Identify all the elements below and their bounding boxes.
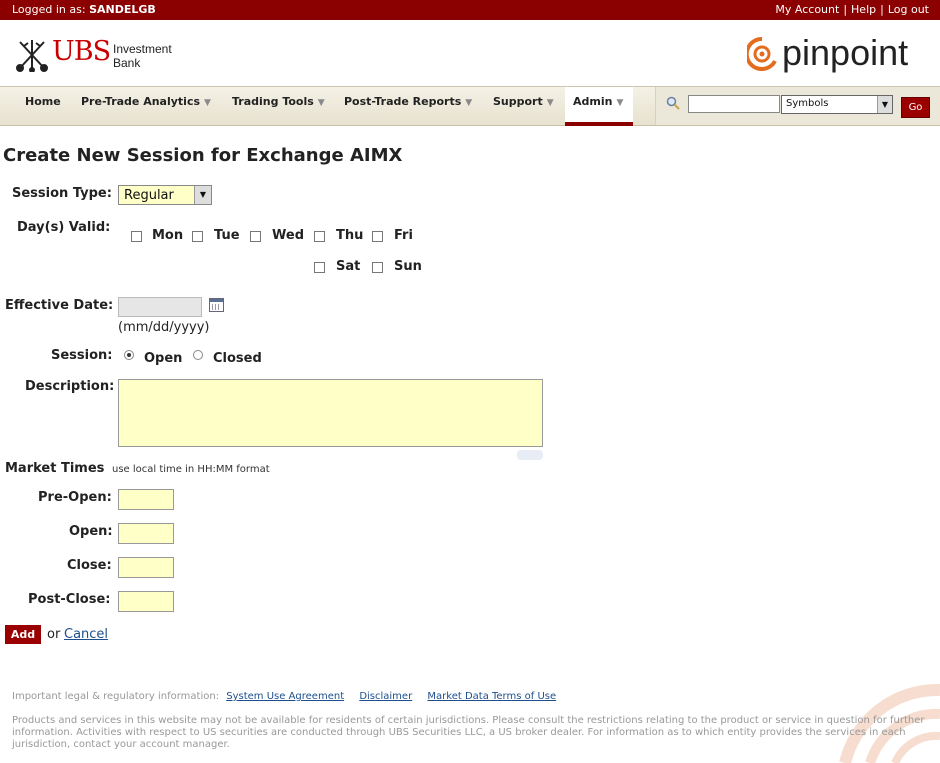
description-label: Description: [25, 379, 115, 394]
day-checkbox-fri[interactable] [372, 231, 383, 242]
pinpoint-target-icon [747, 37, 777, 71]
or-text: or [47, 627, 61, 642]
header: UBS Investment Bank pinpoint [0, 20, 940, 86]
main-nav: Home Pre-Trade Analytics ▼ Trading Tools ▼… [0, 86, 940, 126]
day-label-mon: Mon [152, 228, 184, 243]
chevron-down-icon[interactable]: ▼ [204, 98, 211, 108]
tab-trading-tools[interactable]: Trading Tools ▼ [232, 95, 325, 108]
tab-label: Trading Tools [232, 95, 314, 108]
day-checkbox-tue[interactable] [192, 231, 203, 242]
day-label-fri: Fri [394, 228, 413, 243]
footer-fine-print: Products and services in this website ma… [12, 715, 925, 750]
my-account-link[interactable]: My Account [775, 3, 839, 16]
day-checkbox-wed[interactable] [250, 231, 261, 242]
tab-label: Admin [573, 95, 613, 108]
chevron-down-icon[interactable]: ▼ [318, 98, 325, 108]
tab-post-trade-reports[interactable]: Post-Trade Reports ▼ [344, 95, 472, 108]
post-close-label: Post-Close: [28, 592, 111, 607]
tab-admin[interactable]: Admin ▼ [573, 95, 623, 108]
day-label-thu: Thu [336, 228, 364, 243]
market-times-title: Market Times [5, 461, 105, 476]
symbols-select-value: Symbols [786, 98, 829, 109]
session-closed-radio[interactable] [193, 350, 203, 360]
session-open-radio[interactable] [124, 350, 134, 360]
cancel-link[interactable]: Cancel [64, 627, 108, 642]
tab-label: Home [25, 95, 61, 108]
pre-open-input[interactable] [118, 489, 174, 510]
pinpoint-wordmark: pinpoint [782, 32, 909, 73]
symbols-select[interactable]: Symbols ▼ [781, 95, 893, 114]
ubs-division: Investment Bank [113, 42, 172, 70]
session-type-value: Regular [124, 188, 174, 203]
page-title: Create New Session for Exchange AIMX [3, 145, 403, 166]
market-times-hint: use local time in HH:MM format [112, 464, 270, 475]
session-closed-label: Closed [213, 351, 262, 366]
description-textarea[interactable] [118, 379, 543, 447]
go-button[interactable]: Go [901, 97, 930, 118]
close-time-label: Close: [67, 558, 112, 573]
close-time-input[interactable] [118, 557, 174, 578]
tab-label: Pre-Trade Analytics [81, 95, 201, 108]
disclaimer-link[interactable]: Disclaimer [359, 691, 412, 702]
help-link[interactable]: Help [851, 3, 876, 16]
open-time-label: Open: [69, 524, 113, 539]
chevron-down-icon[interactable]: ▼ [465, 98, 472, 108]
resize-grip-icon[interactable] [517, 450, 543, 460]
ubs-wordmark: UBS [52, 36, 111, 67]
day-label-sun: Sun [394, 259, 422, 274]
day-label-sat: Sat [336, 259, 361, 274]
day-checkbox-thu[interactable] [314, 231, 325, 242]
tab-support[interactable]: Support ▼ [493, 95, 554, 108]
chevron-down-icon[interactable]: ▼ [877, 96, 892, 113]
day-checkbox-sat[interactable] [314, 262, 325, 273]
search-input[interactable] [688, 95, 780, 113]
day-label-tue: Tue [214, 228, 240, 243]
session-type-select[interactable]: Regular ▼ [118, 185, 212, 205]
market-data-terms-link[interactable]: Market Data Terms of Use [427, 691, 556, 702]
separator: | [880, 3, 884, 16]
tab-home[interactable]: Home [25, 95, 61, 108]
date-format-hint: (mm/dd/yyyy) [118, 320, 210, 335]
chevron-down-icon[interactable]: ▼ [194, 186, 211, 204]
legal-prefix: Important legal & regulatory information… [12, 691, 220, 702]
effective-date-input[interactable] [118, 297, 202, 317]
account-links: My Account | Help | Log out [775, 3, 929, 16]
logout-link[interactable]: Log out [888, 3, 929, 16]
search-area: Symbols ▼ Go [655, 87, 940, 125]
session-open-label: Open [144, 351, 183, 366]
pre-open-label: Pre-Open: [38, 490, 112, 505]
calendar-icon[interactable] [209, 298, 224, 312]
login-prefix: Logged in as: [12, 3, 86, 16]
add-button[interactable]: Add [5, 625, 41, 644]
day-label-wed: Wed [272, 228, 304, 243]
tab-pre-trade-analytics[interactable]: Pre-Trade Analytics ▼ [81, 95, 211, 108]
login-status: Logged in as: SANDELGB [12, 3, 156, 16]
username: SANDELGB [89, 3, 156, 16]
chevron-down-icon[interactable]: ▼ [547, 98, 554, 108]
tab-label: Support [493, 95, 543, 108]
open-time-input[interactable] [118, 523, 174, 544]
ubs-division-line2: Bank [113, 56, 141, 70]
session-label: Session: [51, 348, 113, 363]
tab-label: Post-Trade Reports [344, 95, 462, 108]
legal-links: Important legal & regulatory information… [12, 691, 564, 702]
chevron-down-icon[interactable]: ▼ [616, 98, 623, 108]
day-checkbox-mon[interactable] [131, 231, 142, 242]
ubs-keys-logo-icon [16, 40, 48, 72]
separator: | [843, 3, 848, 16]
post-close-input[interactable] [118, 591, 174, 612]
days-valid-label: Day(s) Valid: [17, 220, 111, 235]
tab-admin-active[interactable]: Admin ▼ [565, 87, 633, 126]
system-use-agreement-link[interactable]: System Use Agreement [226, 691, 344, 702]
session-type-label: Session Type: [12, 186, 112, 201]
effective-date-label: Effective Date: [5, 298, 114, 313]
top-bar: Logged in as: SANDELGB My Account | Help | L… [0, 0, 940, 20]
day-checkbox-sun[interactable] [372, 262, 383, 273]
ubs-division-line1: Investment [113, 42, 172, 56]
search-icon [666, 96, 680, 110]
